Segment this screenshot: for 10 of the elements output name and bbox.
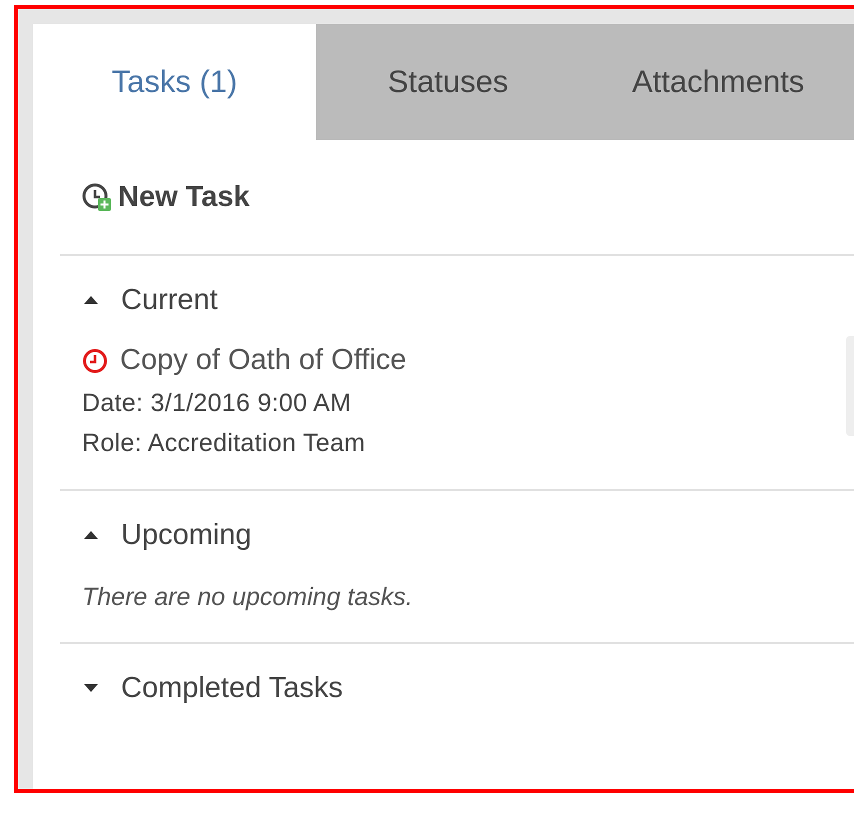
task-title[interactable]: Copy of Oath of Office	[120, 344, 406, 377]
task-date: Date: 3/1/2016 9:00 AM	[82, 388, 352, 419]
task-role: Role: Accreditation Team	[82, 428, 366, 459]
section-header[interactable]: Completed Tasks	[82, 644, 343, 732]
new-task-button[interactable]: New Task	[60, 140, 250, 254]
tab[interactable]: Tasks (1)	[33, 24, 316, 140]
empty-message: There are no upcoming tasks.	[82, 582, 414, 613]
section-header[interactable]: Current	[82, 256, 218, 344]
add-task-icon	[82, 182, 112, 212]
section-header[interactable]: Upcoming	[82, 491, 252, 579]
